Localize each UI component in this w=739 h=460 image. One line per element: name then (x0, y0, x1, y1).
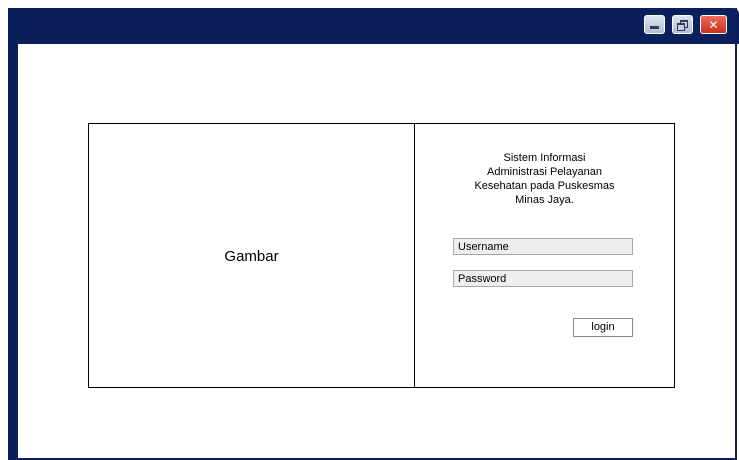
app-title: Sistem Informasi Administrasi Pelayanan … (474, 152, 615, 206)
login-panel: Gambar Sistem Informasi Administrasi Pel… (88, 123, 675, 388)
close-icon: ✕ (708, 17, 719, 32)
restore-icon (677, 19, 688, 31)
image-placeholder: Gambar (89, 124, 415, 387)
restore-button[interactable] (672, 15, 693, 34)
image-placeholder-label: Gambar (224, 248, 279, 265)
window-left-border (8, 8, 18, 460)
close-button[interactable]: ✕ (700, 15, 727, 34)
password-field[interactable] (453, 270, 633, 287)
title-bar[interactable]: ✕ (8, 8, 739, 44)
minimize-button[interactable] (644, 15, 665, 34)
app-window: ✕ Gambar Sistem Informasi Administrasi P… (8, 8, 739, 460)
minimize-icon (650, 26, 659, 29)
login-button[interactable]: login (573, 318, 633, 337)
login-form: Sistem Informasi Administrasi Pelayanan … (415, 124, 674, 387)
username-field[interactable] (453, 238, 633, 255)
